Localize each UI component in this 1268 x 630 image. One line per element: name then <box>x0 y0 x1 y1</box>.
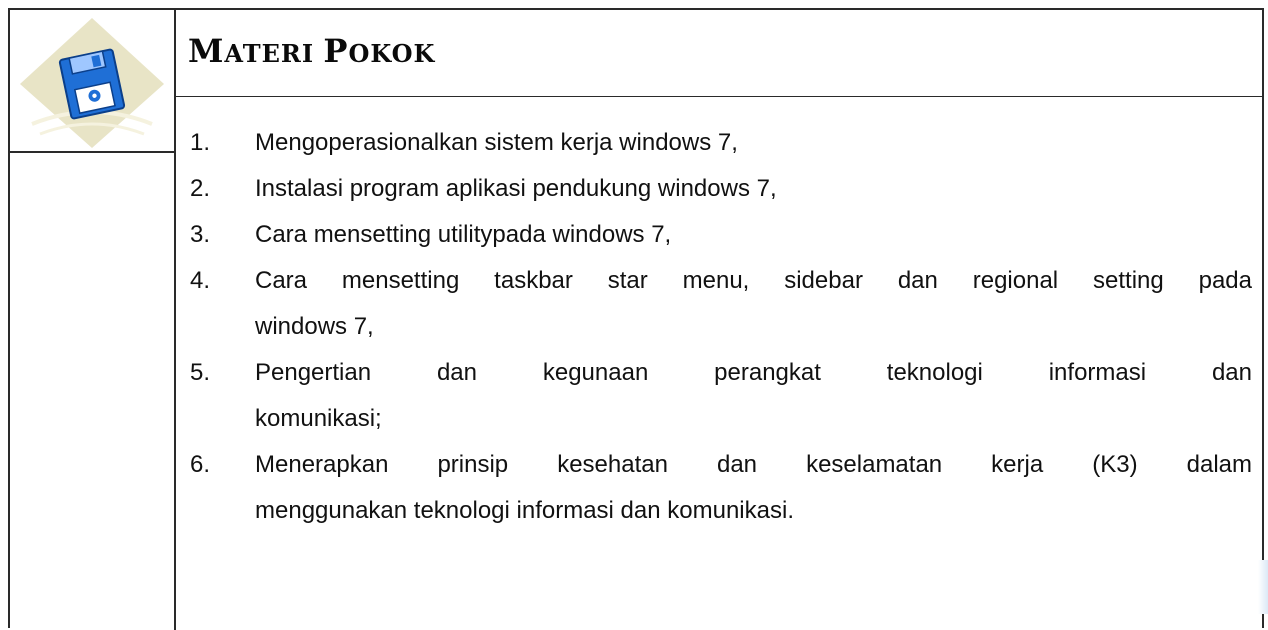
item-text-line-2: windows 7, <box>255 313 374 340</box>
title-cap-1: M <box>188 32 225 70</box>
floppy-disk-icon <box>12 12 172 149</box>
topic-list: 1. Mengoperasionalkan sistem kerja windo… <box>190 120 1252 534</box>
title-cap-3: P <box>323 32 349 70</box>
list-item: 2. Instalasi program aplikasi pendukung … <box>190 166 1252 212</box>
item-text-line-2: komunikasi; <box>255 405 382 432</box>
list-item: 4. Cara mensetting taskbar star menu, si… <box>190 258 1252 350</box>
vertical-divider <box>174 10 176 630</box>
title-part-2: ATERI <box>224 39 324 68</box>
item-number: 3. <box>190 221 211 248</box>
item-number: 4. <box>190 267 211 294</box>
list-item: 6. Menerapkan prinsip kesehatan dan kese… <box>190 442 1252 534</box>
item-text: Instalasi program aplikasi pendukung win… <box>255 175 777 202</box>
edge-accent <box>1258 560 1268 614</box>
list-item: 1. Mengoperasionalkan sistem kerja windo… <box>190 120 1252 166</box>
item-text-line-1: Menerapkan prinsip kesehatan dan keselam… <box>255 451 1252 478</box>
item-number: 5. <box>190 359 211 386</box>
page-title: MATERI POKOK <box>188 32 435 70</box>
item-number: 1. <box>190 129 211 156</box>
item-number: 6. <box>190 451 211 478</box>
item-text: Mengoperasionalkan sistem kerja windows … <box>255 129 738 156</box>
list-item: 5. Pengertian dan kegunaan perangkat tek… <box>190 350 1252 442</box>
item-text-line-1: Cara mensetting taskbar star menu, sideb… <box>255 267 1252 294</box>
item-text: Cara mensetting utilitypada windows 7, <box>255 221 672 248</box>
item-number: 2. <box>190 175 211 202</box>
item-text-line-2: menggunakan teknologi informasi dan komu… <box>255 497 794 524</box>
item-text-line-1: Pengertian dan kegunaan perangkat teknol… <box>255 359 1252 386</box>
icon-cell-divider <box>10 151 174 153</box>
list-item: 3. Cara mensetting utilitypada windows 7… <box>190 212 1252 258</box>
title-divider <box>176 96 1264 97</box>
title-part-4: OKOK <box>348 39 436 68</box>
